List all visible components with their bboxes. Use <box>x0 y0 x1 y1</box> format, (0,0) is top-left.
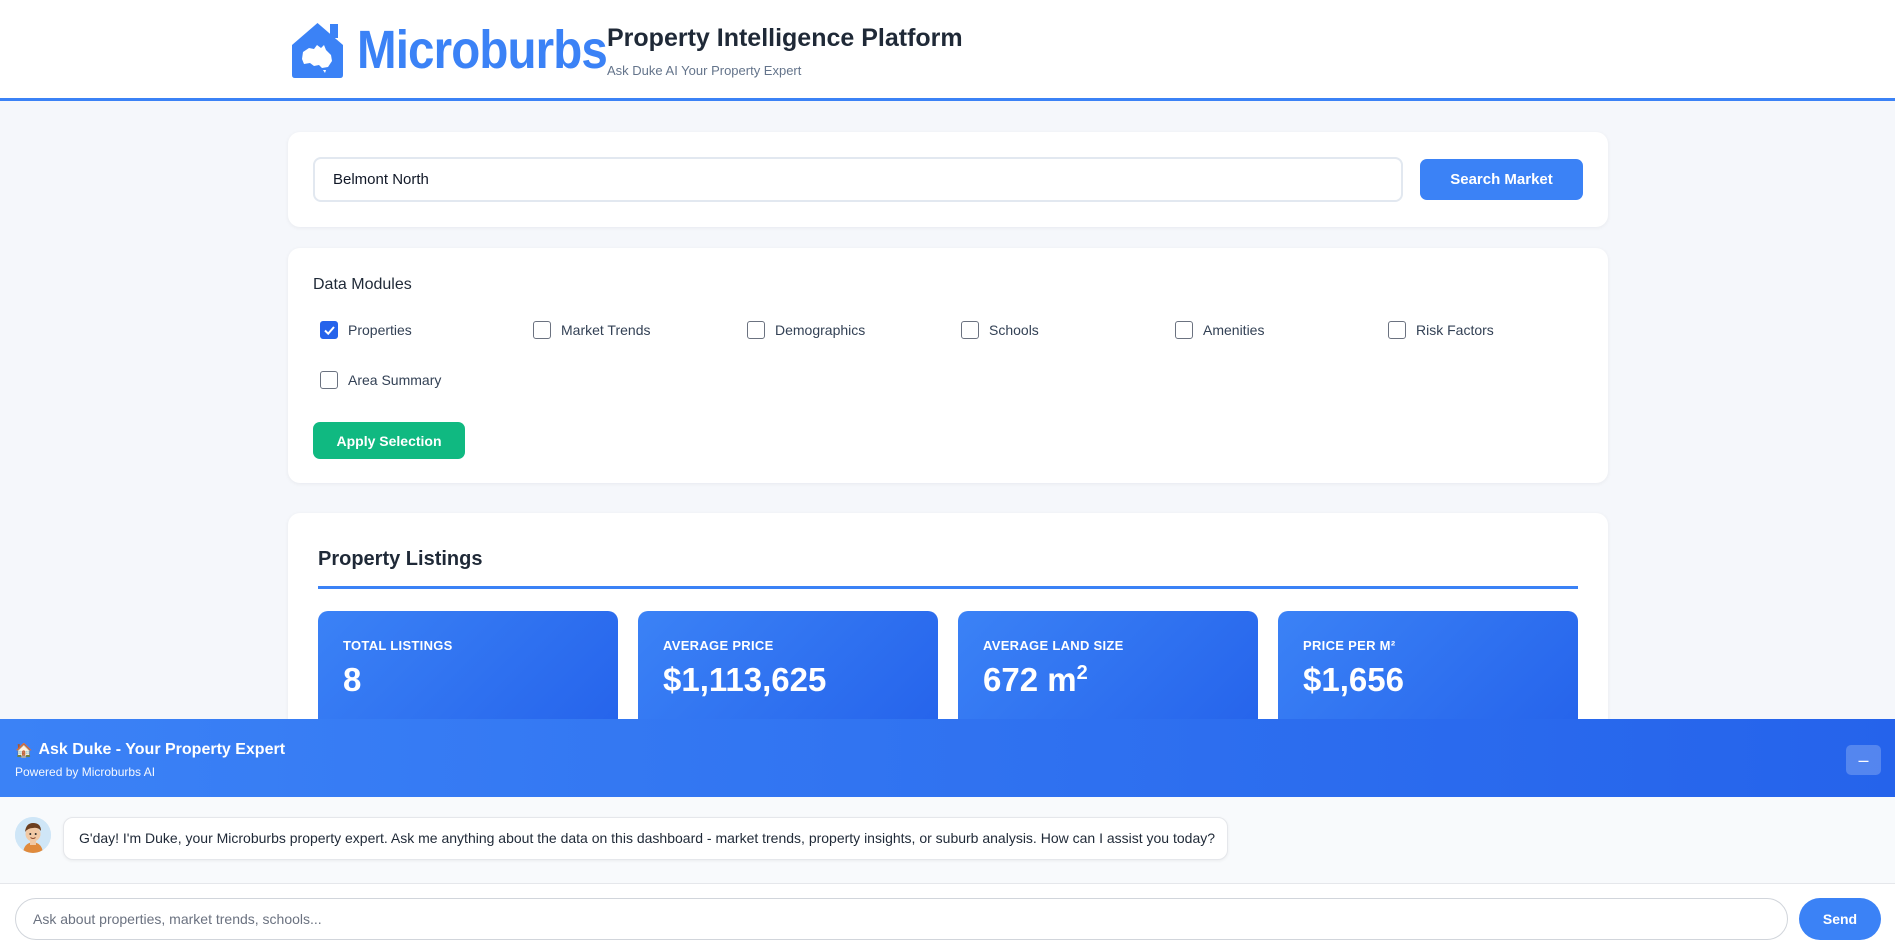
chat-input-bar: Send <box>0 883 1895 952</box>
platform-heading: Property Intelligence Platform Ask Duke … <box>607 24 963 78</box>
module-label: Schools <box>989 322 1039 338</box>
module-label: Market Trends <box>561 322 651 338</box>
module-label: Properties <box>348 322 412 338</box>
stat-card-price-per-m2: PRICE PER M² $1,656 <box>1278 611 1578 736</box>
check-icon <box>323 325 335 335</box>
checkbox-risk-factors[interactable] <box>1388 321 1406 339</box>
search-card: Search Market <box>288 132 1608 227</box>
page-subtitle: Ask Duke AI Your Property Expert <box>607 63 802 78</box>
stat-card-average-land-size: AVERAGE LAND SIZE 672 m2 <box>958 611 1258 736</box>
house-emoji-icon: 🏠 <box>15 741 33 758</box>
minimize-chat-button[interactable]: – <box>1846 745 1881 775</box>
checkbox-amenities[interactable] <box>1175 321 1193 339</box>
checkbox-schools[interactable] <box>961 321 979 339</box>
module-area-summary[interactable]: Area Summary <box>320 371 441 389</box>
stat-value: 672 m <box>983 661 1077 698</box>
search-market-button[interactable]: Search Market <box>1420 159 1583 200</box>
app-header: Microburbs Property Intelligence Platfor… <box>0 0 1895 101</box>
chat-messages: G'day! I'm Duke, your Microburbs propert… <box>0 797 1895 883</box>
checkbox-market-trends[interactable] <box>533 321 551 339</box>
data-modules-card: Data Modules Properties Market Trends De… <box>288 248 1608 483</box>
module-label: Demographics <box>775 322 866 338</box>
chat-title: 🏠 Ask Duke - Your Property Expert <box>15 741 285 759</box>
modules-title: Data Modules <box>313 276 412 293</box>
logo[interactable]: Microburbs <box>290 20 641 80</box>
stat-label: PRICE PER M² <box>1303 638 1396 653</box>
module-label: Area Summary <box>348 372 442 388</box>
chat-input[interactable] <box>15 898 1788 940</box>
house-australia-logo-icon <box>292 23 343 78</box>
module-demographics[interactable]: Demographics <box>747 321 865 339</box>
chat-message-bubble: G'day! I'm Duke, your Microburbs propert… <box>63 817 1228 860</box>
page-title: Property Intelligence Platform <box>607 24 963 52</box>
apply-selection-button[interactable]: Apply Selection <box>313 422 465 459</box>
stat-value-wrap: 672 m2 <box>983 661 1088 699</box>
chat-header[interactable]: 🏠 Ask Duke - Your Property Expert Powere… <box>0 719 1895 797</box>
duke-avatar <box>15 817 51 853</box>
chat-subtitle: Powered by Microburbs AI <box>15 765 156 779</box>
stat-card-total-listings: TOTAL LISTINGS 8 <box>318 611 618 736</box>
stat-value: 8 <box>343 661 362 698</box>
module-market-trends[interactable]: Market Trends <box>533 321 650 339</box>
module-risk-factors[interactable]: Risk Factors <box>1388 321 1494 339</box>
stat-label: AVERAGE LAND SIZE <box>983 638 1124 653</box>
checkbox-area-summary[interactable] <box>320 371 338 389</box>
stat-value-superscript: 2 <box>1076 662 1088 684</box>
section-divider <box>318 586 1578 589</box>
checkbox-demographics[interactable] <box>747 321 765 339</box>
module-schools[interactable]: Schools <box>961 321 1039 339</box>
chat-title-text: Ask Duke - Your Property Expert <box>38 741 286 758</box>
send-button[interactable]: Send <box>1799 898 1881 940</box>
logo-text: Microburbs <box>357 20 608 80</box>
chat-panel: 🏠 Ask Duke - Your Property Expert Powere… <box>0 719 1895 952</box>
module-amenities[interactable]: Amenities <box>1175 321 1264 339</box>
stat-label: TOTAL LISTINGS <box>343 638 453 653</box>
stat-label: AVERAGE PRICE <box>663 638 774 653</box>
stat-value: $1,656 <box>1303 661 1404 698</box>
module-label: Risk Factors <box>1416 322 1494 338</box>
stat-value: $1,113,625 <box>663 661 827 698</box>
checkbox-properties[interactable] <box>320 321 338 339</box>
section-title: Property Listings <box>318 548 483 570</box>
search-input[interactable] <box>313 157 1403 202</box>
stat-card-average-price: AVERAGE PRICE $1,113,625 <box>638 611 938 736</box>
module-label: Amenities <box>1203 322 1265 338</box>
duke-avatar-icon <box>15 817 51 853</box>
module-properties[interactable]: Properties <box>320 321 412 339</box>
